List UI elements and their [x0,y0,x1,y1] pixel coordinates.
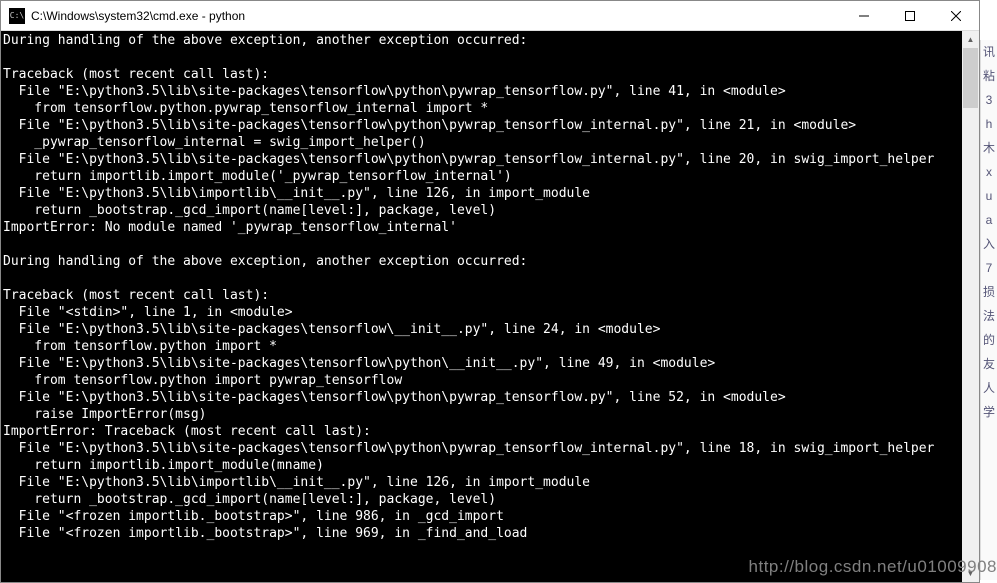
terminal-line: File "<frozen importlib._bootstrap>", li… [3,525,962,542]
side-char: 法 [981,304,997,328]
side-char: 学 [981,400,997,424]
close-button[interactable] [933,1,979,30]
scroll-thumb[interactable] [963,48,978,108]
terminal-line: return importlib.import_module(mname) [3,457,962,474]
side-char: 人 [981,376,997,400]
side-char: 友 [981,352,997,376]
minimize-icon [859,11,869,21]
terminal-container: During handling of the above exception, … [1,31,979,582]
terminal-line: from tensorflow.python.pywrap_tensorflow… [3,100,962,117]
close-icon [951,11,961,21]
side-char: 损 [981,280,997,304]
terminal-line: File "<frozen importlib._bootstrap>", li… [3,508,962,525]
terminal-line: File "E:\python3.5\lib\site-packages\ten… [3,440,962,457]
terminal-line: File "E:\python3.5\lib\importlib\__init_… [3,185,962,202]
side-char: 3 [981,88,997,112]
terminal-line: File "E:\python3.5\lib\site-packages\ten… [3,151,962,168]
terminal-line: from tensorflow.python import * [3,338,962,355]
side-char: 的 [981,328,997,352]
side-char: 木 [981,136,997,160]
terminal-line: File "E:\python3.5\lib\site-packages\ten… [3,389,962,406]
side-char: u [981,184,997,208]
terminal-line [3,49,962,66]
cmd-window: C:\ C:\Windows\system32\cmd.exe - python… [0,0,980,583]
side-char: h [981,112,997,136]
title-bar[interactable]: C:\ C:\Windows\system32\cmd.exe - python [1,1,979,31]
maximize-icon [905,11,915,21]
terminal-line: Traceback (most recent call last): [3,287,962,304]
terminal-line: During handling of the above exception, … [3,253,962,270]
terminal-line: ImportError: Traceback (most recent call… [3,423,962,440]
terminal-line: During handling of the above exception, … [3,32,962,49]
terminal-output[interactable]: During handling of the above exception, … [1,31,962,582]
maximize-button[interactable] [887,1,933,30]
terminal-line: File "E:\python3.5\lib\site-packages\ten… [3,117,962,134]
side-char: 7 [981,256,997,280]
scroll-down-arrow[interactable]: ▼ [962,565,979,582]
window-controls [841,1,979,30]
side-strip: 讯粘3h木xua入7损法的友人学 [980,40,997,580]
terminal-line: return _bootstrap._gcd_import(name[level… [3,202,962,219]
terminal-line: raise ImportError(msg) [3,406,962,423]
side-char: x [981,160,997,184]
terminal-line: return _bootstrap._gcd_import(name[level… [3,491,962,508]
terminal-line: from tensorflow.python import pywrap_ten… [3,372,962,389]
terminal-line: File "E:\python3.5\lib\site-packages\ten… [3,321,962,338]
terminal-line: File "E:\python3.5\lib\importlib\__init_… [3,474,962,491]
window-title: C:\Windows\system32\cmd.exe - python [31,9,841,23]
vertical-scrollbar[interactable]: ▲ ▼ [962,31,979,582]
terminal-line [3,236,962,253]
side-char: 讯 [981,40,997,64]
terminal-line [3,270,962,287]
minimize-button[interactable] [841,1,887,30]
side-char: 粘 [981,64,997,88]
terminal-line: return importlib.import_module('_pywrap_… [3,168,962,185]
side-char: a [981,208,997,232]
terminal-line: ImportError: No module named '_pywrap_te… [3,219,962,236]
terminal-line: File "<stdin>", line 1, in <module> [3,304,962,321]
side-char: 入 [981,232,997,256]
terminal-line: Traceback (most recent call last): [3,66,962,83]
app-icon: C:\ [9,8,25,24]
terminal-line: File "E:\python3.5\lib\site-packages\ten… [3,83,962,100]
terminal-line: _pywrap_tensorflow_internal = swig_impor… [3,134,962,151]
terminal-line: File "E:\python3.5\lib\site-packages\ten… [3,355,962,372]
scroll-up-arrow[interactable]: ▲ [962,31,979,48]
